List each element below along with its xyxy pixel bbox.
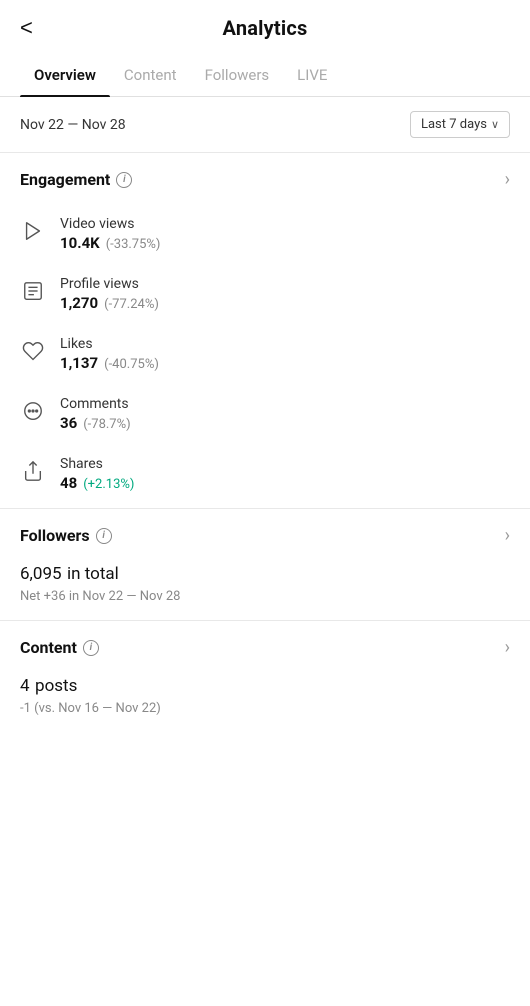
content-chevron-icon[interactable]: › xyxy=(505,637,510,658)
content-compare: -1 (vs. Nov 16 — Nov 22) xyxy=(20,701,510,716)
followers-chevron-icon[interactable]: › xyxy=(505,525,510,546)
content-section: Content i › 4 posts -1 (vs. Nov 16 — Nov… xyxy=(0,621,530,732)
engagement-header: Engagement i › xyxy=(20,169,510,190)
video-views-change: (-33.75%) xyxy=(106,237,161,252)
engagement-chevron-icon[interactable]: › xyxy=(505,169,510,190)
content-posts: 4 posts xyxy=(20,672,510,697)
profile-views-label: Profile views xyxy=(60,276,159,292)
tab-followers[interactable]: Followers xyxy=(191,56,284,96)
likes-value: 1,137 (-40.75%) xyxy=(60,354,159,372)
shares-icon xyxy=(20,458,46,484)
metric-comments: Comments 36 (-78.7%) xyxy=(20,384,510,444)
likes-icon xyxy=(20,338,46,364)
followers-total: 6,095 in total xyxy=(20,560,510,585)
shares-value: 48 (+2.13%) xyxy=(60,474,134,492)
comments-icon xyxy=(20,398,46,424)
video-views-value: 10.4K (-33.75%) xyxy=(60,234,160,252)
content-title: Content xyxy=(20,638,77,657)
shares-label: Shares xyxy=(60,456,134,472)
tab-overview[interactable]: Overview xyxy=(20,56,110,96)
page-title: Analytics xyxy=(223,16,308,40)
profile-views-value: 1,270 (-77.24%) xyxy=(60,294,159,312)
profile-views-change: (-77.24%) xyxy=(104,297,159,312)
date-dropdown[interactable]: Last 7 days ∨ xyxy=(410,111,510,138)
chevron-down-icon: ∨ xyxy=(491,118,499,131)
comments-label: Comments xyxy=(60,396,131,412)
video-views-icon xyxy=(20,218,46,244)
followers-title-row: Followers i xyxy=(20,526,112,545)
followers-section: Followers i › 6,095 in total Net +36 in … xyxy=(0,509,530,621)
metric-video-views: Video views 10.4K (-33.75%) xyxy=(20,204,510,264)
content-info-icon[interactable]: i xyxy=(83,640,99,656)
tab-content[interactable]: Content xyxy=(110,56,191,96)
tabs-bar: Overview Content Followers LIVE xyxy=(0,56,530,97)
metric-profile-views: Profile views 1,270 (-77.24%) xyxy=(20,264,510,324)
metric-shares: Shares 48 (+2.13%) xyxy=(20,444,510,504)
followers-header: Followers i › xyxy=(20,525,510,546)
comments-change: (-78.7%) xyxy=(83,417,130,432)
content-header: Content i › xyxy=(20,637,510,658)
followers-info-icon[interactable]: i xyxy=(96,528,112,544)
date-dropdown-label: Last 7 days xyxy=(421,117,487,132)
tab-live[interactable]: LIVE xyxy=(283,56,341,96)
header: < Analytics xyxy=(0,0,530,56)
shares-change: (+2.13%) xyxy=(83,477,134,492)
date-row: Nov 22 — Nov 28 Last 7 days ∨ xyxy=(0,97,530,153)
video-views-label: Video views xyxy=(60,216,160,232)
metric-likes: Likes 1,137 (-40.75%) xyxy=(20,324,510,384)
engagement-title: Engagement xyxy=(20,170,110,189)
engagement-section: Engagement i › Video views 10.4K (-33.75… xyxy=(0,153,530,509)
comments-value: 36 (-78.7%) xyxy=(60,414,131,432)
date-range: Nov 22 — Nov 28 xyxy=(20,117,126,133)
likes-label: Likes xyxy=(60,336,159,352)
followers-net: Net +36 in Nov 22 — Nov 28 xyxy=(20,589,510,604)
likes-change: (-40.75%) xyxy=(104,357,159,372)
back-button[interactable]: < xyxy=(20,17,33,39)
content-title-row: Content i xyxy=(20,638,99,657)
engagement-title-row: Engagement i xyxy=(20,170,132,189)
followers-title: Followers xyxy=(20,526,90,545)
profile-views-icon xyxy=(20,278,46,304)
engagement-info-icon[interactable]: i xyxy=(116,172,132,188)
